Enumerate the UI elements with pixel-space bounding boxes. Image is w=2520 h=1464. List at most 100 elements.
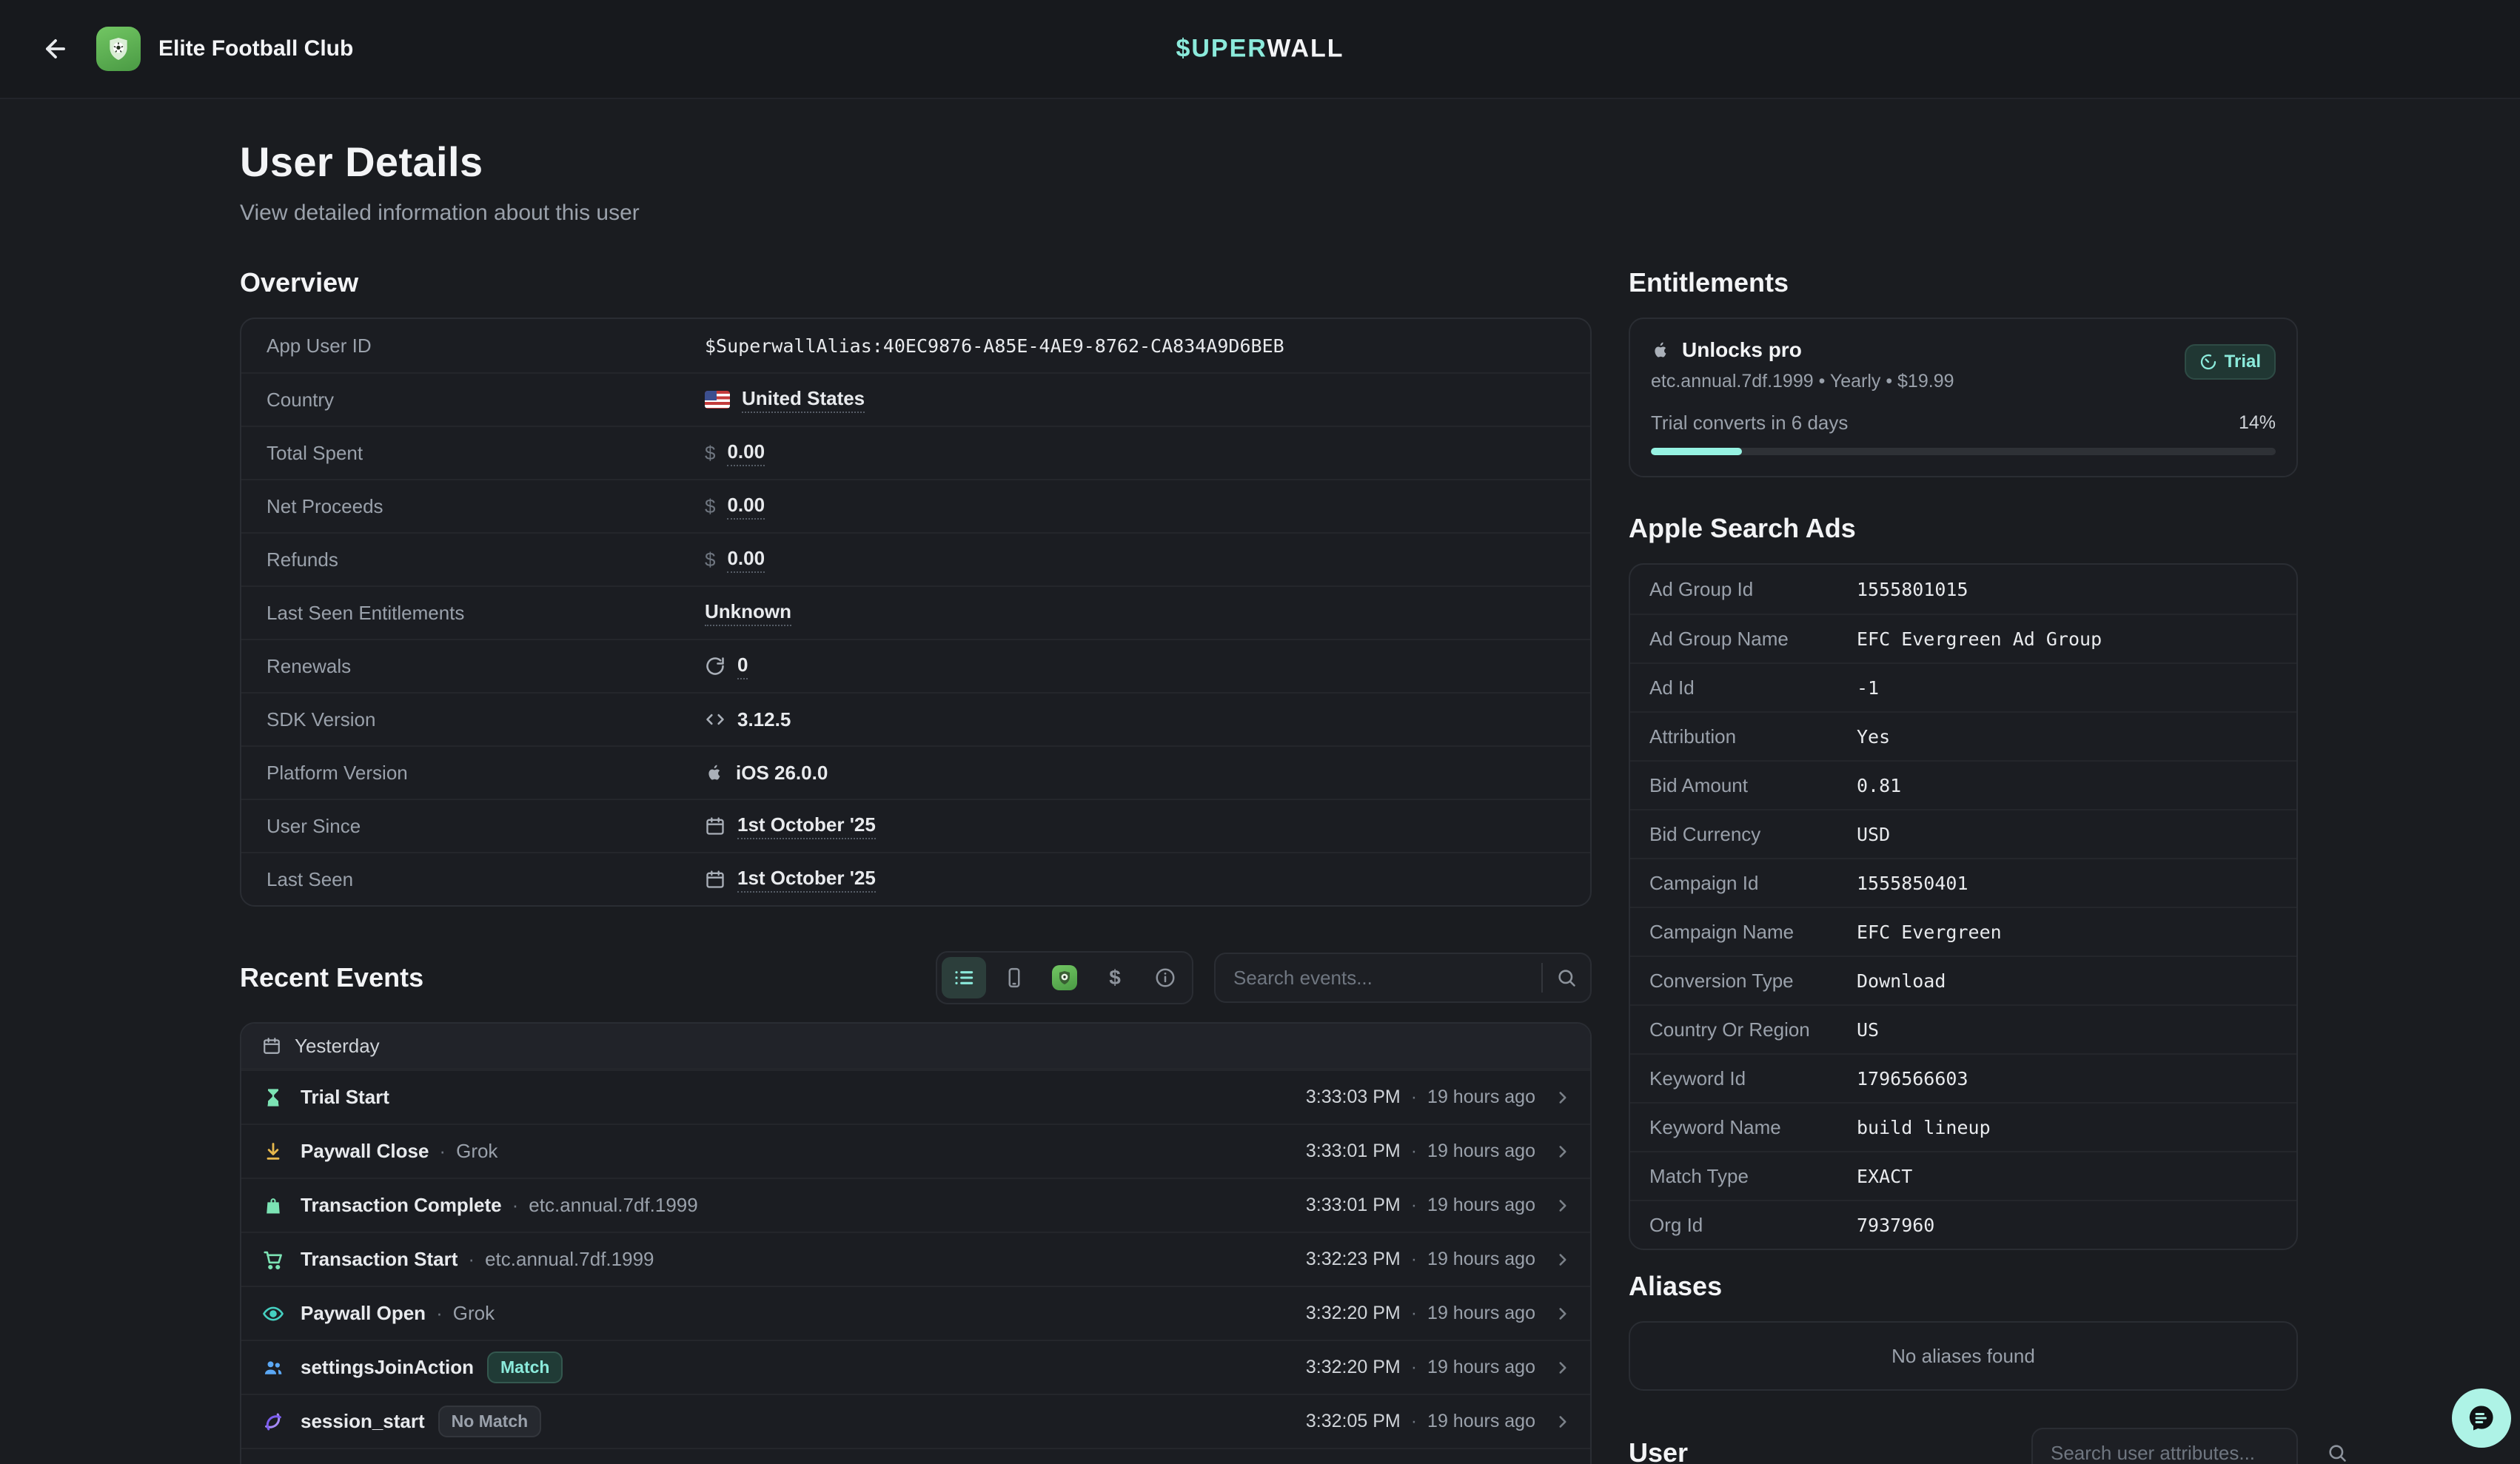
row-label: Refunds [267,548,705,571]
events-search [1214,953,1592,1003]
top-bar: Elite Football Club $UPERWALL [0,0,2520,99]
trial-badge: Trial [2185,344,2276,380]
apple-search-ads-heading: Apple Search Ads [1629,513,2298,544]
renewals-value[interactable]: 0 [737,654,748,679]
timer-icon [2199,353,2217,371]
events-search-input[interactable] [1216,967,1541,990]
event-relative-time: 19 hours ago [1401,1357,1535,1378]
event-row[interactable]: Paywall Close Grok 3:33:01 PM 19 hours a… [241,1124,1590,1178]
overview-section: Overview App User ID $SuperwallAlias:40E… [240,267,1592,907]
search-icon[interactable] [2313,1443,2361,1463]
filter-revenue-events-button[interactable]: $ [1093,957,1137,998]
event-time: 3:33:03 PM [1306,1087,1401,1108]
row-label: Total Spent [267,442,705,465]
table-row: Conversion TypeDownload [1630,956,2296,1004]
event-row[interactable]: Transaction Complete etc.annual.7df.1999… [241,1178,1590,1232]
event-row[interactable]: session_start No Match 3:32:05 PM 19 hou… [241,1394,1590,1448]
filter-info-events-button[interactable] [1143,957,1187,998]
table-row: Campaign Id1555850401 [1630,858,2296,907]
last-seen-entitlements-value[interactable]: Unknown [705,600,791,626]
chevron-right-icon [1553,1304,1572,1323]
row-value: Yes [1857,726,1890,748]
events-filter-toolbar: $ [936,951,1193,1004]
page-subtitle: View detailed information about this use… [240,201,2298,226]
apple-search-ads-section: Apple Search Ads Ad Group Id1555801015 A… [1629,513,2298,1250]
chevron-right-icon [1553,1142,1572,1161]
app-logo-icon [96,27,141,71]
event-relative-time: 19 hours ago [1401,1249,1535,1270]
trial-percent: 14% [2239,412,2276,434]
dollar-icon: $ [1109,966,1121,990]
back-button[interactable] [36,29,76,69]
table-row: Refunds $0.00 [241,532,1590,585]
entitlements-section: Entitlements Unlocks pro etc.annual.7df.… [1629,267,2298,477]
row-label: Keyword Name [1649,1116,1857,1139]
filter-app-events-button[interactable] [1042,957,1087,998]
event-subtitle: Grok [429,1140,497,1163]
shopping-cart-icon [261,1249,286,1271]
event-time: 3:33:01 PM [1306,1195,1401,1216]
smartphone-icon [1003,967,1025,989]
aliases-section: Aliases No aliases found [1629,1271,2298,1391]
table-row: Platform Version iOS 26.0.0 [241,745,1590,799]
table-row: Bid CurrencyUSD [1630,809,2296,858]
trial-progress-fill [1651,448,1742,455]
event-row[interactable]: Trial Start 3:33:03 PM 19 hours ago [241,1070,1590,1124]
row-label: Attribution [1649,725,1857,748]
calendar-icon [262,1036,281,1055]
event-title: Trial Start [301,1086,389,1109]
row-label: Country [267,389,705,412]
search-icon[interactable] [1543,967,1590,988]
table-row: Country Or RegionUS [1630,1004,2296,1053]
row-label: Platform Version [267,762,705,785]
row-label: App User ID [267,335,705,357]
row-label: Last Seen [267,868,705,891]
event-subtitle: Grok [426,1302,495,1325]
country-value[interactable]: United States [742,387,865,413]
recent-events-section: Recent Events $ [240,951,1592,1464]
user-since-value[interactable]: 1st October '25 [737,813,876,839]
overview-heading: Overview [240,267,1592,298]
event-badge: Match [487,1351,563,1383]
refunds-value[interactable]: 0.00 [727,547,765,573]
entitlement-card: Unlocks pro etc.annual.7df.1999 • Yearly… [1629,318,2298,477]
row-label: User Since [267,815,705,838]
apple-search-ads-card: Ad Group Id1555801015 Ad Group NameEFC E… [1629,563,2298,1250]
table-row: Renewals 0 [241,639,1590,692]
superwall-logo: $UPERWALL [1176,35,1344,64]
row-value: US [1857,1019,1879,1041]
table-row: Match TypeEXACT [1630,1151,2296,1200]
table-row: Country United States [241,372,1590,426]
no-aliases-text: No aliases found [1891,1345,2035,1368]
row-value: 1555801015 [1857,579,1968,600]
code-icon [705,709,725,730]
event-row[interactable]: Session Start 3:32:05 PM 19 hours ago [241,1448,1590,1464]
chat-bubble-icon [2465,1402,2498,1434]
event-relative-time: 19 hours ago [1401,1087,1535,1108]
total-spent-value[interactable]: 0.00 [727,440,765,466]
row-label: Bid Currency [1649,823,1857,846]
row-label: SDK Version [267,708,705,731]
chevron-right-icon [1553,1250,1572,1269]
entitlement-product-details: etc.annual.7df.1999 • Yearly • $19.99 [1651,371,2185,392]
filter-all-events-button[interactable] [942,957,986,998]
event-row[interactable]: settingsJoinAction Match 3:32:20 PM 19 h… [241,1340,1590,1394]
table-row: App User ID $SuperwallAlias:40EC9876-A85… [241,319,1590,372]
row-label: Campaign Id [1649,872,1857,895]
event-row[interactable]: Transaction Start etc.annual.7df.1999 3:… [241,1232,1590,1286]
event-relative-time: 19 hours ago [1401,1303,1535,1324]
row-label: Keyword Id [1649,1067,1857,1090]
event-time: 3:32:20 PM [1306,1303,1401,1324]
row-value: 0.81 [1857,775,1901,796]
net-proceeds-value[interactable]: 0.00 [727,494,765,520]
apple-icon [1651,340,1670,360]
event-row[interactable]: Paywall Open Grok 3:32:20 PM 19 hours ag… [241,1286,1590,1340]
filter-device-events-button[interactable] [992,957,1036,998]
user-attributes-search-input[interactable] [2033,1442,2313,1464]
support-chat-button[interactable] [2452,1389,2511,1448]
chevron-right-icon [1553,1088,1572,1107]
event-time: 3:32:05 PM [1306,1411,1401,1432]
events-group-header: Yesterday [241,1024,1590,1070]
last-seen-value[interactable]: 1st October '25 [737,867,876,893]
row-value: build lineup [1857,1117,1991,1138]
